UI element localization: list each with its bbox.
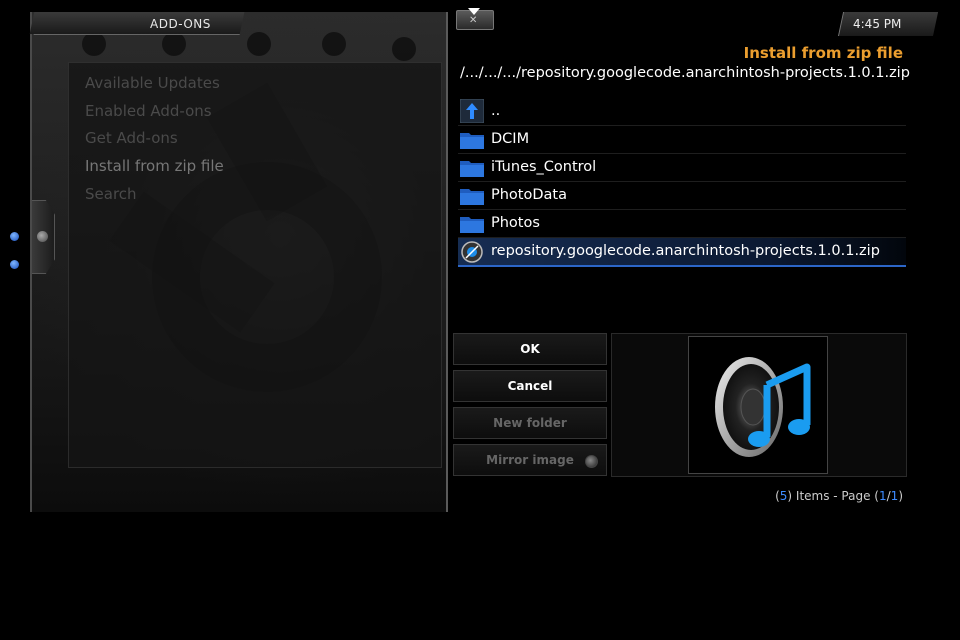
new-folder-button[interactable]: New folder bbox=[453, 407, 607, 439]
down-arrow-icon bbox=[468, 8, 480, 15]
mirror-image-toggle-icon[interactable] bbox=[585, 455, 598, 468]
menu-item-install-from-zip[interactable]: Install from zip file bbox=[85, 157, 224, 175]
indicator-dot-icon bbox=[10, 232, 19, 241]
file-label: PhotoData bbox=[491, 187, 567, 203]
file-label: Photos bbox=[491, 215, 540, 231]
folder-icon bbox=[460, 189, 484, 205]
parent-folder-icon bbox=[460, 99, 484, 123]
cancel-button[interactable]: Cancel bbox=[453, 370, 607, 402]
ok-button[interactable]: OK bbox=[453, 333, 607, 365]
current-path: /.../.../.../repository.googlecode.anarc… bbox=[460, 65, 910, 81]
menu-item-available-updates[interactable]: Available Updates bbox=[85, 74, 220, 92]
menu-item-search[interactable]: Search bbox=[85, 185, 137, 203]
background-decoration bbox=[392, 37, 416, 61]
background-decoration bbox=[82, 32, 106, 56]
file-row-photos[interactable]: Photos bbox=[458, 210, 906, 238]
menu-item-enabled-addons[interactable]: Enabled Add-ons bbox=[85, 102, 212, 120]
addons-header bbox=[33, 12, 245, 35]
music-speaker-icon bbox=[715, 357, 811, 457]
file-label: .. bbox=[491, 103, 501, 119]
folder-icon bbox=[460, 217, 484, 233]
addons-menu bbox=[68, 62, 442, 468]
item-count-number: 5 bbox=[779, 489, 788, 503]
folder-icon bbox=[460, 161, 484, 177]
background-decoration bbox=[322, 32, 346, 56]
clock: 4:45 PM bbox=[853, 17, 902, 31]
indicator-dot-icon bbox=[10, 260, 19, 269]
file-row-dcim[interactable]: DCIM bbox=[458, 126, 906, 154]
background-decoration bbox=[247, 32, 271, 56]
background-decoration bbox=[162, 32, 186, 56]
file-label: DCIM bbox=[491, 131, 530, 147]
file-label: repository.googlecode.anarchintosh-proje… bbox=[491, 243, 880, 259]
close-icon[interactable]: ✕ bbox=[469, 15, 477, 26]
folder-icon bbox=[460, 133, 484, 149]
zip-file-icon bbox=[461, 241, 483, 263]
current-page: 1 bbox=[878, 489, 887, 503]
total-pages: 1 bbox=[890, 489, 899, 503]
addons-title: ADD-ONS bbox=[150, 17, 211, 31]
mirror-image-label: Mirror image bbox=[486, 453, 574, 467]
item-count: (5) Items - Page (1/1) bbox=[775, 489, 903, 503]
file-row-itunes-control[interactable]: iTunes_Control bbox=[458, 154, 906, 182]
file-row-repository-zip[interactable]: repository.googlecode.anarchintosh-proje… bbox=[458, 238, 906, 267]
mirror-image-button[interactable]: Mirror image bbox=[453, 444, 607, 476]
item-count-text: Items - Page bbox=[795, 489, 871, 503]
file-row-photodata[interactable]: PhotoData bbox=[458, 182, 906, 210]
dialog-title: Install from zip file bbox=[743, 44, 903, 62]
slide-knob-icon[interactable] bbox=[37, 231, 48, 242]
file-row-parent[interactable]: .. bbox=[458, 98, 906, 126]
file-label: iTunes_Control bbox=[491, 159, 597, 175]
menu-item-get-addons[interactable]: Get Add-ons bbox=[85, 129, 178, 147]
preview-thumbnail bbox=[688, 336, 828, 474]
